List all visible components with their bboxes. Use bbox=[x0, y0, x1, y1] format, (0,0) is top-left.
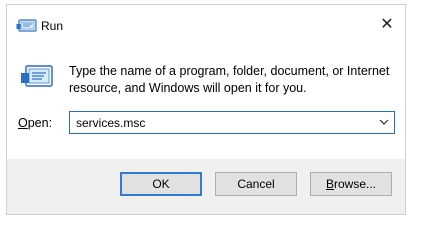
open-input[interactable] bbox=[70, 112, 376, 133]
open-label-access-key: O bbox=[18, 116, 28, 130]
instruction-text: Type the name of a program, folder, docu… bbox=[69, 64, 390, 95]
run-icon bbox=[16, 18, 38, 32]
run-dialog: Run ✕ Type the name of a program, folder… bbox=[6, 4, 406, 215]
title-bar[interactable]: Run ✕ bbox=[7, 5, 405, 43]
close-button[interactable]: ✕ bbox=[375, 13, 399, 35]
browse-access-key: B bbox=[325, 177, 334, 191]
browse-label: rowse... bbox=[334, 177, 377, 191]
window-title: Run bbox=[41, 19, 64, 33]
open-label-text: pen: bbox=[27, 116, 53, 130]
ok-button[interactable]: OK bbox=[120, 172, 202, 196]
open-label: Open: bbox=[18, 116, 52, 130]
run-icon bbox=[20, 65, 54, 89]
cancel-button[interactable]: Cancel bbox=[215, 172, 297, 196]
browse-button[interactable]: Browse... bbox=[310, 172, 392, 196]
close-icon: ✕ bbox=[380, 16, 394, 33]
chevron-down-icon[interactable] bbox=[377, 115, 391, 129]
open-combobox[interactable] bbox=[69, 111, 395, 134]
